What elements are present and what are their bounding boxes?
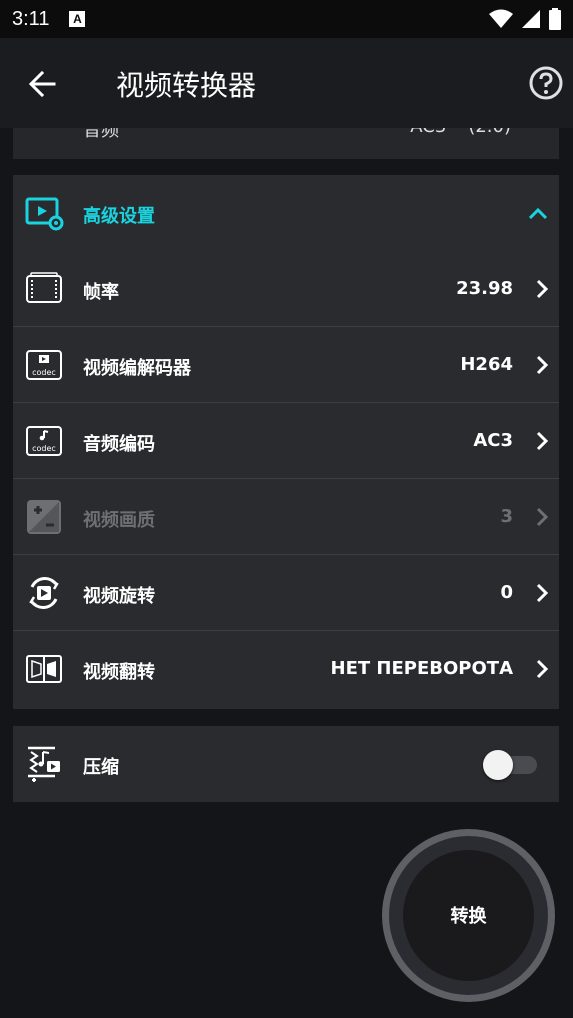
video-quality-label: 视频画质	[83, 510, 155, 531]
partial-row-value: AC3 • (2.0)	[410, 128, 511, 137]
frame-rate-value: 23.98	[456, 278, 513, 299]
notification-a-icon: A	[69, 11, 86, 27]
audio-codec-value: AC3	[473, 430, 513, 451]
convert-button[interactable]: 转换	[403, 850, 534, 981]
setting-row-video-codec[interactable]: codec 视频编解码器 H264	[13, 327, 559, 403]
advanced-settings-title: 高级设置	[83, 206, 155, 227]
setting-row-frame-rate[interactable]: 帧率 23.98	[13, 251, 559, 327]
rotate-video-icon	[29, 577, 59, 609]
video-settings-icon	[25, 197, 64, 231]
compress-toggle[interactable]	[483, 750, 541, 780]
status-time: 3:11	[12, 7, 50, 30]
signal-icon	[522, 10, 540, 28]
setting-row-video-flip[interactable]: 视频翻转 НЕТ ПЕРЕВОРОТА	[13, 631, 559, 707]
audio-settings-row-partial[interactable]: 音频 AC3 • (2.0)	[13, 128, 559, 159]
chevron-right-icon	[536, 583, 549, 603]
compress-label: 压缩	[83, 757, 119, 778]
wifi-icon	[489, 9, 513, 28]
help-circle-icon	[529, 66, 563, 100]
partial-row-label: 音频	[83, 128, 119, 141]
app-bar: 视频转换器	[0, 38, 573, 128]
setting-row-video-rotation[interactable]: 视频旋转 0	[13, 555, 559, 631]
advanced-settings-header[interactable]: 高级设置	[13, 175, 559, 251]
video-rotation-value: 0	[500, 582, 513, 603]
quality-plus-minus-icon	[27, 500, 61, 534]
chevron-right-icon	[536, 355, 549, 375]
audio-codec-icon: codec	[26, 426, 62, 456]
convert-button-label: 转换	[450, 906, 487, 927]
advanced-settings-section: 高级设置 帧率 23.98 codec 视频编解码器 H264 codec 音频…	[13, 175, 559, 709]
setting-row-video-quality: 视频画质 3	[13, 479, 559, 555]
arrow-left-icon	[28, 70, 56, 98]
chevron-right-icon	[536, 279, 549, 299]
video-flip-label: 视频翻转	[83, 662, 155, 683]
codec-badge-text: codec	[32, 444, 56, 453]
frame-rate-label: 帧率	[83, 282, 119, 303]
setting-row-audio-codec[interactable]: codec 音频编码 AC3	[13, 403, 559, 479]
page-title: 视频转换器	[116, 69, 257, 102]
video-codec-value: H264	[460, 354, 513, 375]
compress-media-icon	[28, 746, 60, 782]
film-frame-icon	[26, 272, 62, 303]
video-rotation-label: 视频旋转	[83, 586, 155, 607]
chevron-right-icon	[536, 431, 549, 451]
compress-row[interactable]: 压缩	[13, 726, 559, 802]
help-button[interactable]	[529, 66, 563, 100]
codec-badge-text: codec	[32, 368, 56, 377]
video-flip-value: НЕТ ПЕРЕВОРОТА	[330, 658, 513, 679]
back-button[interactable]	[24, 64, 64, 104]
chevron-up-icon[interactable]	[527, 203, 549, 225]
chevron-right-icon	[536, 507, 549, 527]
video-quality-value: 3	[500, 506, 513, 527]
status-icons	[489, 8, 561, 30]
toggle-knob	[483, 750, 513, 780]
video-codec-label: 视频编解码器	[83, 358, 191, 379]
flip-video-icon	[26, 655, 62, 683]
status-bar: 3:11 A	[0, 0, 573, 38]
battery-icon	[549, 8, 561, 30]
video-codec-icon: codec	[26, 350, 62, 380]
audio-codec-label: 音频编码	[83, 434, 155, 455]
chevron-right-icon	[536, 659, 549, 679]
convert-fab-ring: 转换	[382, 829, 555, 1002]
